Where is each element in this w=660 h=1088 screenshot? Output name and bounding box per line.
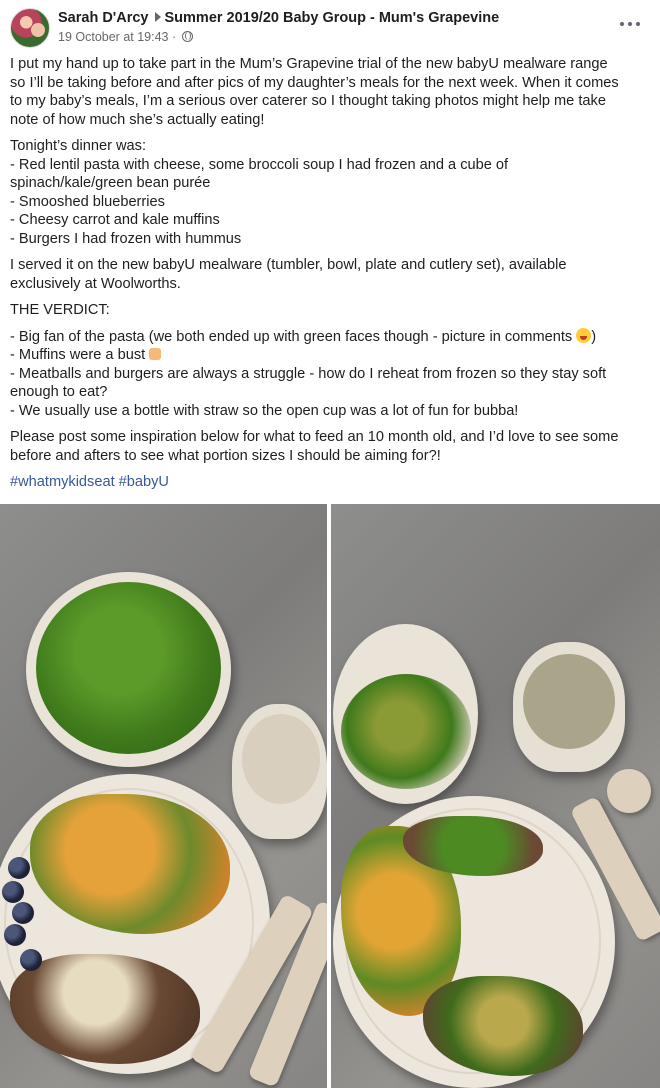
post-body: I put my hand up to take part in the Mum… [10,55,650,500]
bowl [26,572,231,767]
text-line: - We usually use a bottle with straw so … [10,402,519,419]
author-name[interactable]: Sarah D'Arcy [58,10,149,26]
plate [333,796,615,1088]
post-header: Sarah D'Arcy Summer 2019/20 Baby Group - … [0,0,660,52]
text-line: spinach/kale/green bean purée [10,175,211,191]
group-name[interactable]: Summer 2019/20 Baby Group - Mum's Grapev… [165,10,500,26]
cup [232,704,327,839]
spoon [607,769,651,813]
hashtag-link[interactable]: #whatmykidseat [10,474,115,490]
text-line: Tonight’s dinner was: [10,138,147,154]
text-line: enough to eat? [10,384,108,400]
post-closing: Please post some inspiration below for w… [10,428,650,465]
puree [36,582,221,754]
blueberry [4,924,26,946]
verdict-muffins: - Muffins were a bust [10,346,650,365]
leftovers [341,674,471,789]
more-options-icon[interactable] [620,20,640,28]
post-served: I served it on the new babyU mealware (t… [10,256,650,293]
burgers [10,954,200,1064]
thumbs-down-emoji-icon [149,348,162,360]
text-line: - Big fan of the pasta (we both ended up… [10,328,573,345]
grinning-emoji-icon [576,327,592,343]
text-line: Please post some inspiration below for w… [10,429,619,445]
post-intro: I put my hand up to take part in the Mum… [10,55,650,129]
text-line: I put my hand up to take part in the Mum… [10,56,608,72]
text-line: note of how much she’s actually eating! [10,111,265,128]
author-line: Sarah D'Arcy Summer 2019/20 Baby Group - … [58,10,499,26]
post-meta: 19 October at 19:43 · [58,30,193,44]
author-avatar[interactable] [10,8,50,48]
blueberry [20,949,42,971]
post-verdict-list: - Big fan of the pasta (we both ended up… [10,327,650,421]
text-line: - Red lentil pasta with cheese, some bro… [10,156,509,173]
blueberry [8,857,30,879]
text-line: - Smooshed blueberries [10,193,165,210]
text-line: - Burgers I had frozen with hummus [10,230,242,247]
text-line: I served it on the new babyU mealware (t… [10,257,567,273]
hashtag-link[interactable]: #babyU [119,474,169,490]
text-line: - Meatballs and burgers are always a str… [10,365,607,382]
bowl [333,624,478,804]
post-dinner-list: Tonight’s dinner was: - Red lentil pasta… [10,137,650,248]
globe-icon [181,31,193,42]
blueberry [2,881,24,903]
text-line: - Cheesy carrot and kale muffins [10,212,220,228]
text-line: ) [591,328,597,345]
photo-grid [0,504,660,1088]
verdict-heading: THE VERDICT: [10,302,110,318]
photo-before[interactable] [0,504,327,1088]
photo-after[interactable] [331,504,660,1088]
blueberry [12,902,34,924]
text-line: so I’ll be taking before and after pics … [10,74,619,91]
verdict-pasta: - Big fan of the pasta (we both ended up… [10,327,650,347]
text-line: to my baby’s meals, I’m a serious over c… [10,93,606,109]
text-line: before and afters to see what portion si… [10,447,441,464]
text-line: exclusively at Woolworths. [10,275,181,292]
post-timestamp[interactable]: 19 October at 19:43 · [58,30,176,44]
caret-right-icon [154,12,161,22]
text-line: - Muffins were a bust [10,347,146,363]
hashtags: #whatmykidseat #babyU [10,473,650,492]
cup [513,642,625,772]
